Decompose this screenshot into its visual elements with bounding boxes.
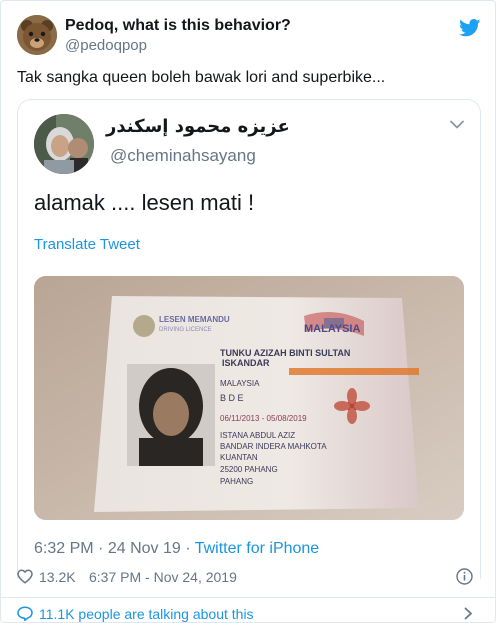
avatar[interactable] [34, 114, 94, 174]
licence-country: MALAYSIA [304, 323, 360, 335]
separator-dot: · [185, 540, 191, 557]
chevron-right-icon [464, 607, 472, 620]
driving-licence-photo: LESEN MEMANDU DRIVING LICENCE MALAYSIA T… [34, 276, 464, 520]
heart-icon[interactable] [17, 569, 33, 584]
like-count[interactable]: 13.2K [39, 569, 76, 585]
tweet-actions-row: 13.2K 6:37 PM - Nov 24, 2019 [17, 567, 481, 587]
licence-subheader: DRIVING LICENCE [159, 327, 212, 333]
embedded-tweet: Pedoq, what is this behavior? @pedoqpop … [0, 0, 496, 623]
separator-dot: · [98, 540, 104, 557]
tweet-date[interactable]: 6:37 PM - Nov 24, 2019 [89, 569, 237, 585]
twitter-bird-icon[interactable] [459, 19, 481, 37]
quoted-tweet-text: alamak .... lesen mati ! [34, 190, 255, 215]
quoted-handle[interactable]: @cheminahsayang [110, 146, 256, 166]
licence-address-line3: KUANTAN [220, 453, 258, 462]
licence-name-line1: TUNKU AZIZAH BINTI SULTAN [220, 348, 350, 358]
quoted-tweet-card[interactable]: عزيزه محمود إسكندر @cheminahsayang alama… [17, 99, 481, 579]
quoted-timestamp[interactable]: 6:32 PM · 24 Nov 19 · Twitter for iPhone [34, 540, 319, 558]
licence-address-line5: PAHANG [220, 477, 253, 486]
outer-handle[interactable]: @pedoqpop [65, 37, 147, 54]
source-link[interactable]: Twitter for iPhone [195, 540, 320, 557]
licence-name-line2: ISKANDAR [222, 358, 270, 368]
licence-nationality: MALAYSIA [220, 379, 260, 388]
translate-tweet-link[interactable]: Translate Tweet [34, 236, 140, 253]
talking-about-text: 11.1K people are talking about this [39, 606, 254, 622]
conversation-link[interactable]: 11.1K people are talking about this [17, 604, 481, 623]
outer-display-name[interactable]: Pedoq, what is this behavior? [65, 17, 291, 35]
avatar[interactable] [17, 15, 57, 55]
info-icon[interactable] [456, 568, 473, 585]
chevron-down-icon[interactable] [450, 120, 464, 130]
quoted-date: 24 Nov 19 [107, 540, 181, 557]
quoted-display-name[interactable]: عزيزه محمود إسكندر [106, 116, 290, 137]
licence-address-line2: BANDAR INDERA MAHKOTA [220, 442, 327, 451]
outer-tweet-header: Pedoq, what is this behavior? @pedoqpop [17, 13, 481, 57]
profile-photo-icon [34, 114, 94, 174]
licence-address-line1: ISTANA ABDUL AZIZ [220, 431, 295, 440]
divider [1, 597, 495, 598]
quoted-time: 6:32 PM [34, 540, 94, 557]
speech-bubble-icon [17, 606, 33, 621]
tweet-media-photo[interactable]: LESEN MEMANDU DRIVING LICENCE MALAYSIA T… [34, 276, 464, 520]
licence-header: LESEN MEMANDU [159, 315, 230, 324]
outer-tweet-text: Tak sangka queen boleh bawak lori and su… [17, 69, 386, 86]
licence-class: B D E [220, 393, 244, 403]
licence-validity: 06/11/2013 - 05/08/2019 [220, 414, 307, 423]
licence-address-line4: 25200 PAHANG [220, 465, 278, 474]
bear-avatar-icon [17, 15, 57, 55]
